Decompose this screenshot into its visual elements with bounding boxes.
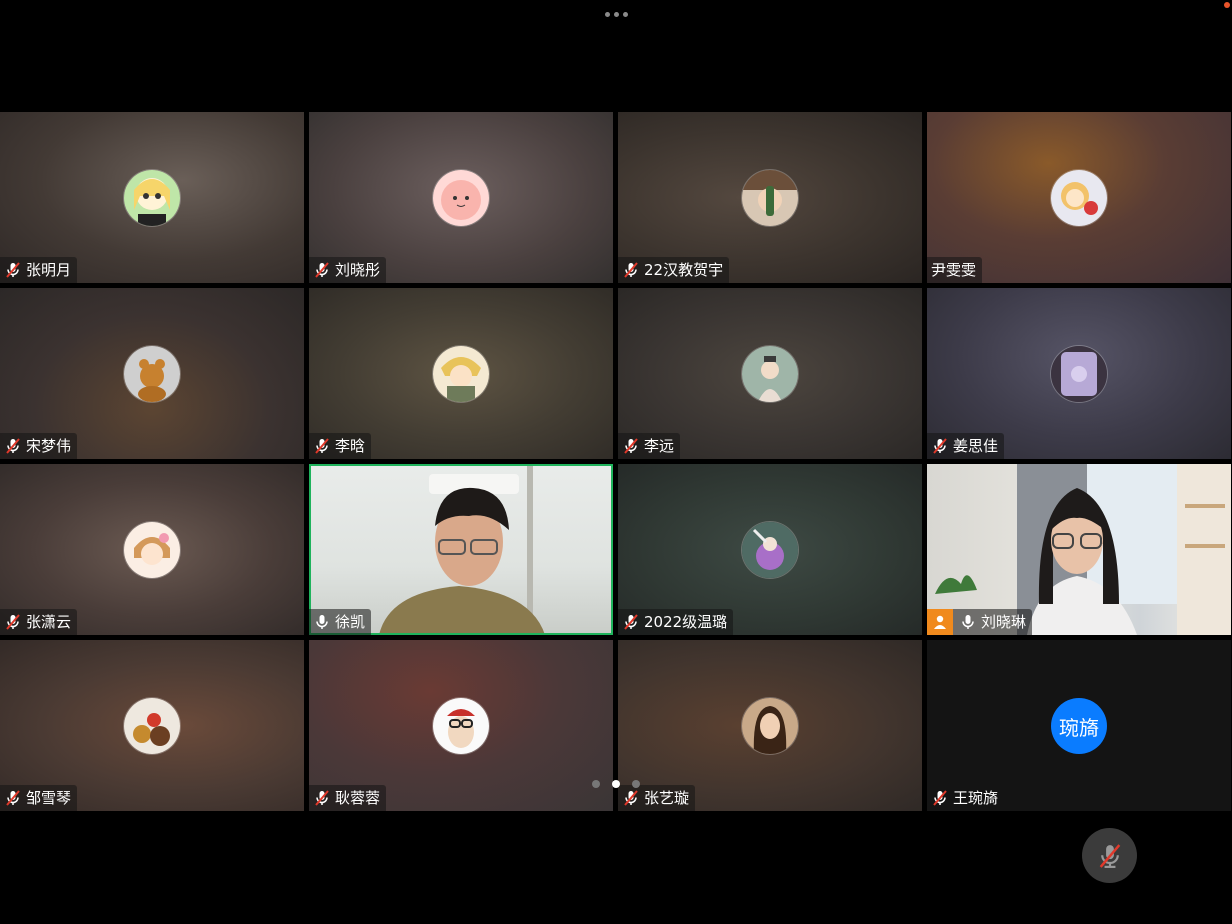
participant-name: 耿蓉蓉 xyxy=(335,789,381,807)
avatar xyxy=(433,346,489,402)
avatar xyxy=(124,170,180,226)
participant-name: 姜思佳 xyxy=(953,437,999,455)
participant-name: 刘晓琳 xyxy=(981,613,1027,631)
name-tag: 耿蓉蓉 xyxy=(309,785,387,811)
avatar xyxy=(742,698,798,754)
participant-tile[interactable]: 耿蓉蓉 xyxy=(309,640,613,811)
mic-muted-icon xyxy=(933,438,947,454)
name-tag: 刘晓彤 xyxy=(309,257,387,283)
avatar xyxy=(742,170,798,226)
participant-name: 张艺璇 xyxy=(644,789,690,807)
mic-muted-icon xyxy=(315,790,329,806)
participant-tile[interactable]: 张艺璇 xyxy=(618,640,922,811)
page-indicator[interactable] xyxy=(592,780,640,788)
name-tag: 刘晓琳 xyxy=(927,609,1033,635)
mic-muted-icon xyxy=(315,262,329,278)
participant-name: 刘晓彤 xyxy=(335,261,381,279)
participant-name: 邹雪琴 xyxy=(26,789,72,807)
name-tag: 张艺璇 xyxy=(618,785,696,811)
participant-name: 尹雯雯 xyxy=(931,261,977,279)
avatar xyxy=(742,522,798,578)
mic-on-icon xyxy=(316,615,328,629)
mic-muted-icon xyxy=(1099,843,1120,868)
recording-indicator xyxy=(1224,2,1230,8)
more-options[interactable] xyxy=(598,6,634,22)
mic-muted-icon xyxy=(624,262,638,278)
mic-muted-icon xyxy=(624,614,638,630)
mic-muted-icon xyxy=(624,790,638,806)
page-dot[interactable] xyxy=(592,780,600,788)
avatar xyxy=(1051,346,1107,402)
person-icon xyxy=(934,615,946,629)
participant-name: 李远 xyxy=(644,437,675,455)
host-badge xyxy=(927,609,953,635)
mute-toggle-button[interactable] xyxy=(1082,828,1137,883)
name-tag: 22汉教贺宇 xyxy=(618,257,730,283)
mic-muted-icon xyxy=(624,438,638,454)
name-tag: 王琬旖 xyxy=(927,785,1005,811)
avatar xyxy=(1051,170,1107,226)
participant-tile[interactable]: 张明月 xyxy=(0,112,304,283)
avatar xyxy=(124,522,180,578)
participant-tile[interactable]: 尹雯雯 xyxy=(927,112,1231,283)
participant-tile-active-speaker[interactable]: 徐凯 xyxy=(309,464,613,635)
participant-name: 22汉教贺宇 xyxy=(644,261,724,279)
participant-name: 2022级温璐 xyxy=(644,613,728,631)
participant-tile[interactable]: 刘晓琳 xyxy=(927,464,1231,635)
mic-on-icon xyxy=(962,615,974,629)
avatar xyxy=(124,346,180,402)
mic-muted-icon xyxy=(6,790,20,806)
name-tag: 张潇云 xyxy=(0,609,78,635)
mic-muted-icon xyxy=(6,262,20,278)
avatar xyxy=(433,170,489,226)
participant-tile[interactable]: 姜思佳 xyxy=(927,288,1231,459)
participant-tile[interactable]: 张潇云 xyxy=(0,464,304,635)
mic-muted-icon xyxy=(315,438,329,454)
participant-name: 徐凯 xyxy=(335,613,366,631)
participant-name: 张明月 xyxy=(26,261,72,279)
participant-tile[interactable]: 李远 xyxy=(618,288,922,459)
name-tag: 2022级温璐 xyxy=(618,609,734,635)
name-tag: 张明月 xyxy=(0,257,78,283)
page-dot-current[interactable] xyxy=(612,780,620,788)
participant-tile[interactable]: 邹雪琴 xyxy=(0,640,304,811)
name-tag: 宋梦伟 xyxy=(0,433,78,459)
name-tag: 姜思佳 xyxy=(927,433,1005,459)
participant-tile[interactable]: 琬旖 王琬旖 xyxy=(927,640,1231,811)
more-horizontal-icon xyxy=(604,11,610,17)
name-tag: 李晗 xyxy=(309,433,372,459)
text-avatar: 琬旖 xyxy=(1051,698,1107,754)
mic-muted-icon xyxy=(6,614,20,630)
page-dot[interactable] xyxy=(632,780,640,788)
participant-tile[interactable]: 2022级温璐 xyxy=(618,464,922,635)
name-tag: 邹雪琴 xyxy=(0,785,78,811)
name-tag: 尹雯雯 xyxy=(927,257,983,283)
avatar xyxy=(433,698,489,754)
avatar xyxy=(742,346,798,402)
mic-muted-icon xyxy=(6,438,20,454)
participant-name: 李晗 xyxy=(335,437,366,455)
participant-tile[interactable]: 宋梦伟 xyxy=(0,288,304,459)
participant-tile[interactable]: 李晗 xyxy=(309,288,613,459)
participant-tile[interactable]: 刘晓彤 xyxy=(309,112,613,283)
participant-name: 王琬旖 xyxy=(953,789,999,807)
name-tag: 徐凯 xyxy=(309,609,372,635)
avatar xyxy=(124,698,180,754)
name-tag: 李远 xyxy=(618,433,681,459)
mic-muted-icon xyxy=(933,790,947,806)
participant-name: 张潇云 xyxy=(26,613,72,631)
participant-name: 宋梦伟 xyxy=(26,437,72,455)
participant-tile[interactable]: 22汉教贺宇 xyxy=(618,112,922,283)
